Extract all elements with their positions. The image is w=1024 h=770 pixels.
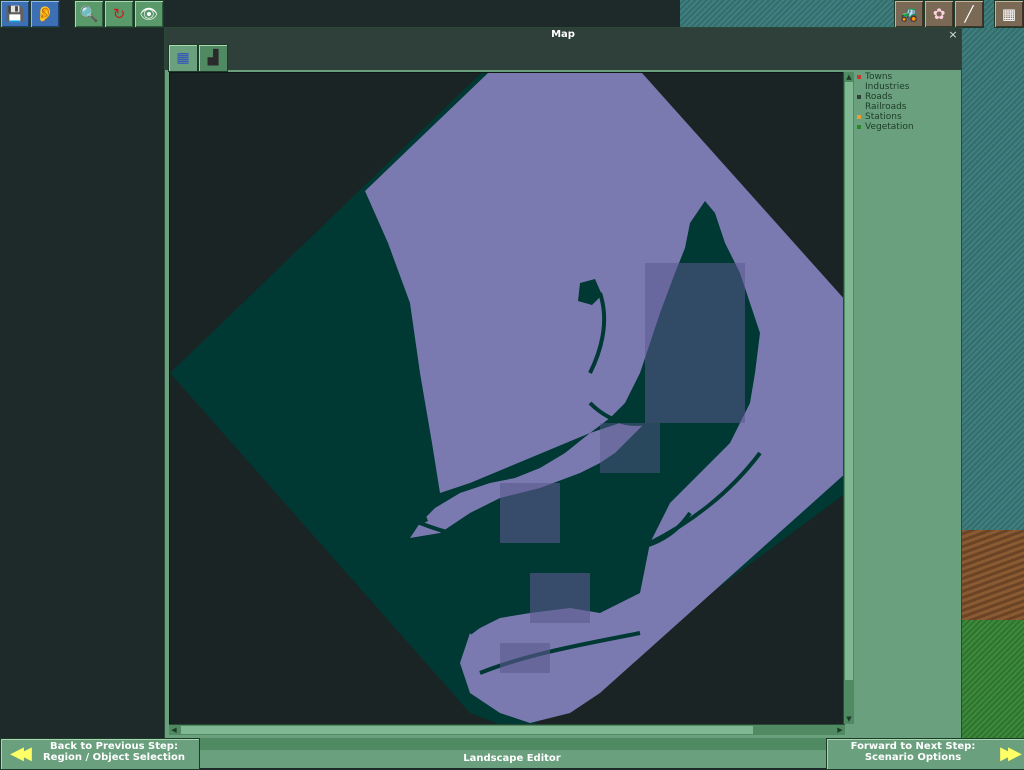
back-button-label: Back to Previous Step: Region / Object S… [42, 741, 186, 763]
zoom-button[interactable]: 🔍 [74, 0, 104, 28]
map-window: Map × ▦ ▟ ▲ ▼ ◀ ▶ Towns Industries Roads… [164, 27, 962, 742]
double-arrow-left-icon: ◀◀ [10, 743, 32, 764]
flower-icon: ✿ [932, 4, 946, 23]
tab-strip: ▦ ▟ [165, 42, 961, 72]
scroll-right-icon[interactable]: ▶ [835, 725, 845, 735]
legend-item-industries: Industries [865, 82, 910, 92]
horizontal-scroll-thumb[interactable] [181, 726, 753, 734]
window-title-bar[interactable]: Map [165, 28, 961, 42]
legend-item-roads: Roads [855, 92, 959, 102]
back-to-previous-step-button[interactable]: ◀◀ Back to Previous Step: Region / Objec… [0, 738, 200, 770]
scroll-down-icon[interactable]: ▼ [844, 714, 854, 724]
rotate-icon: ↻ [112, 4, 126, 23]
scenery-button[interactable]: ✿ [924, 0, 954, 28]
scroll-left-icon[interactable]: ◀ [169, 725, 179, 735]
save-icon: 💾 [5, 4, 25, 23]
landscape-editor-label: Landscape Editor [198, 750, 826, 768]
minimap[interactable] [170, 73, 844, 725]
rotate-button[interactable]: ↻ [104, 0, 134, 28]
eye-icon: 👁 [139, 4, 159, 23]
vertical-scrollbar[interactable]: ▲ ▼ [843, 72, 854, 724]
track-icon: ╱ [964, 4, 974, 23]
horizontal-scrollbar[interactable]: ◀ ▶ [169, 724, 845, 735]
forward-button-label: Forward to Next Step: Scenario Options [850, 741, 976, 763]
background-dirt [960, 530, 1024, 630]
editor-strip [198, 738, 826, 750]
double-arrow-right-icon: ▶▶ [1000, 743, 1022, 764]
legend-swatch-towns [857, 75, 861, 79]
legend-item-vegetation: Vegetation [855, 122, 959, 132]
tab-map-overview[interactable]: ▦ [168, 44, 198, 72]
legend-swatch-vegetation [857, 125, 861, 129]
background-water-right [960, 28, 1024, 538]
factory-icon: ▟ [207, 50, 219, 66]
tab-industries[interactable]: ▟ [198, 44, 228, 72]
legend-item-stations: Stations [855, 112, 959, 122]
map-view[interactable] [169, 72, 845, 726]
close-icon: × [948, 28, 958, 41]
audio-options-button[interactable]: 👂 [30, 0, 60, 28]
close-button[interactable]: × [947, 28, 959, 42]
background-grass [960, 620, 1024, 740]
view-options-button[interactable]: 👁 [134, 0, 164, 28]
ear-icon: 👂 [35, 4, 55, 23]
map-legend: Towns Industries Roads Railroads Station… [855, 72, 959, 132]
legend-item-towns: Towns [855, 72, 959, 82]
legend-swatch-roads [857, 95, 861, 99]
scroll-up-icon[interactable]: ▲ [844, 72, 854, 82]
buildings-button[interactable]: ▦ [994, 0, 1024, 28]
vertical-scroll-thumb[interactable] [845, 82, 853, 680]
forward-to-next-step-button[interactable]: Forward to Next Step: Scenario Options ▶… [826, 738, 1024, 770]
map-grid-icon: ▦ [176, 50, 190, 66]
legend-item-railroads: Railroads [865, 102, 907, 112]
magnifier-icon: 🔍 [79, 4, 99, 23]
window-title: Map [551, 29, 575, 40]
bulldozer-icon: 🚜 [899, 4, 919, 23]
legend-swatch-stations [857, 115, 861, 119]
bulldozer-button[interactable]: 🚜 [894, 0, 924, 28]
track-button[interactable]: ╱ [954, 0, 984, 28]
building-icon: ▦ [1001, 4, 1017, 23]
save-button[interactable]: 💾 [0, 0, 30, 28]
